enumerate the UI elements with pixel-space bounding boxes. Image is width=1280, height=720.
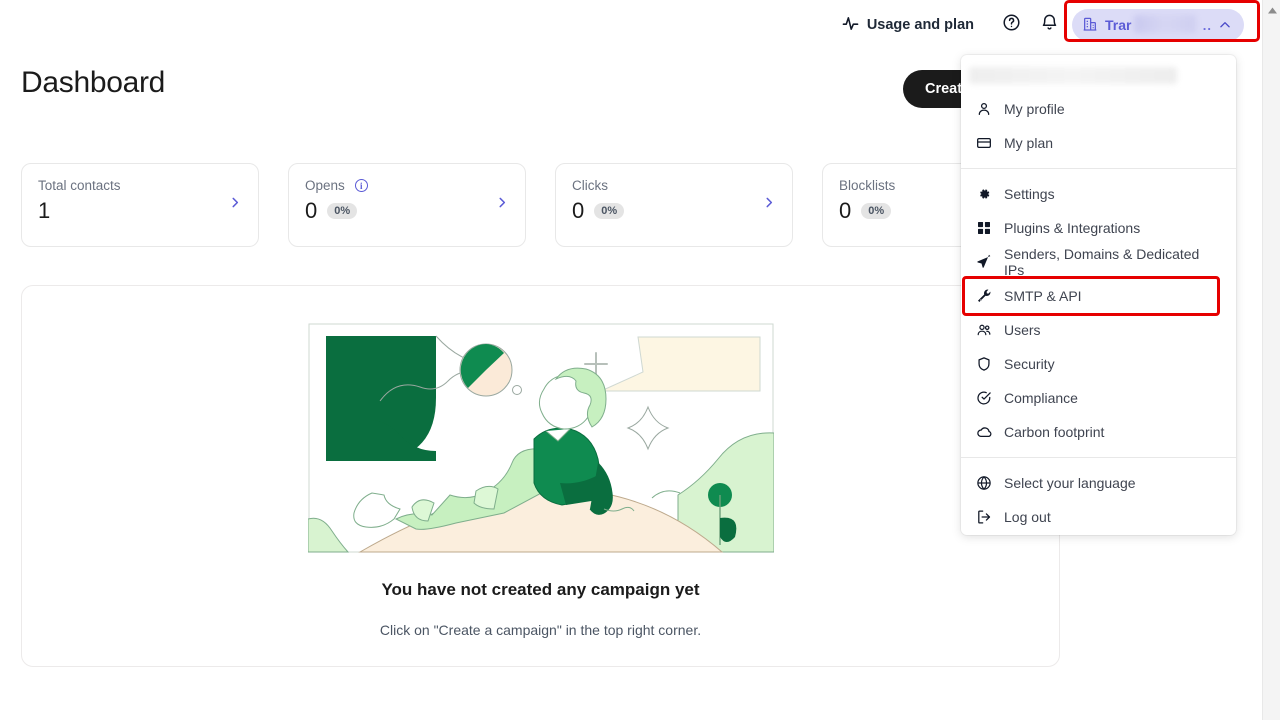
stat-label: Clicks	[572, 178, 608, 193]
empty-state-title: You have not created any campaign yet	[381, 580, 700, 599]
account-chip-wrapper: Trar ..	[1064, 0, 1260, 42]
stat-card-clicks[interactable]: Clicks 0 0%	[555, 163, 793, 247]
bell-icon	[1040, 13, 1059, 37]
chevron-up-icon	[1218, 18, 1232, 32]
company-building-icon	[1082, 16, 1098, 35]
menu-item-users[interactable]: Users	[961, 313, 1236, 347]
stat-header: Opens i	[305, 178, 509, 193]
menu-item-label: Compliance	[1004, 390, 1078, 406]
chevron-right-icon[interactable]	[228, 196, 242, 215]
menu-item-my-profile[interactable]: My profile	[961, 92, 1236, 126]
stat-values: 0 0%	[305, 200, 509, 222]
menu-item-log-out[interactable]: Log out	[961, 500, 1236, 534]
menu-item-label: Senders, Domains & Dedicated IPs	[1004, 246, 1200, 278]
paper-plane-icon	[975, 254, 992, 270]
usage-and-plan-button[interactable]: Usage and plan	[842, 15, 974, 36]
shield-icon	[975, 356, 992, 372]
usage-and-plan-label: Usage and plan	[866, 17, 974, 33]
stat-label: Blocklists	[839, 178, 896, 193]
stat-percent-badge: 0%	[861, 203, 892, 219]
app-root: Usage and plan Trar .. Dashboard Create …	[0, 0, 1280, 720]
account-menu-button[interactable]: Trar ..	[1072, 9, 1244, 41]
empty-state-card: You have not created any campaign yet Cl…	[21, 285, 1060, 667]
stat-card-opens[interactable]: Opens i 0 0%	[288, 163, 526, 247]
menu-item-carbon-footprint[interactable]: Carbon footprint	[961, 415, 1236, 449]
check-circle-icon	[975, 390, 992, 406]
account-name-redaction	[1134, 15, 1196, 33]
chevron-right-icon[interactable]	[495, 196, 509, 215]
person-icon	[975, 101, 992, 117]
gear-icon	[975, 186, 992, 202]
stat-percent-badge: 0%	[594, 203, 625, 219]
stat-value: 0	[839, 198, 852, 223]
stat-values: 0 0%	[572, 200, 776, 222]
menu-divider-1	[961, 168, 1236, 169]
scroll-up-arrow-icon[interactable]	[1263, 2, 1280, 18]
menu-item-label: Settings	[1004, 186, 1055, 202]
wrench-icon	[975, 288, 992, 304]
account-name-truncation: ..	[1202, 17, 1212, 33]
menu-item-label: SMTP & API	[1004, 288, 1082, 304]
smtp-api-highlight-box	[962, 276, 1220, 316]
menu-item-compliance[interactable]: Compliance	[961, 381, 1236, 415]
top-bar: Usage and plan Trar ..	[0, 0, 1262, 50]
stat-value: 1	[38, 198, 51, 223]
stat-label: Opens	[305, 178, 345, 193]
page-scrollbar[interactable]	[1262, 0, 1280, 720]
menu-item-label: Users	[1004, 322, 1041, 338]
menu-item-label: My profile	[1004, 101, 1065, 117]
stat-value: 0	[572, 198, 585, 223]
cloud-icon	[975, 424, 992, 440]
menu-item-label: Select your language	[1004, 475, 1136, 491]
stat-card-total-contacts[interactable]: Total contacts 1	[21, 163, 259, 247]
menu-item-settings[interactable]: Settings	[961, 177, 1236, 211]
grid-squares-icon	[975, 220, 992, 236]
stat-header: Total contacts	[38, 178, 242, 193]
menu-item-senders-domains-ips[interactable]: Senders, Domains & Dedicated IPs	[961, 245, 1236, 279]
account-dropdown-menu: My profile My plan Settings Plugins & In…	[961, 55, 1236, 535]
help-circle-icon	[1002, 13, 1021, 37]
account-name-label: Trar	[1105, 17, 1132, 33]
page-title: Dashboard	[21, 66, 166, 99]
menu-item-label: My plan	[1004, 135, 1054, 151]
menu-divider-2	[961, 457, 1236, 458]
menu-item-label: Carbon footprint	[1004, 424, 1105, 440]
menu-item-my-plan[interactable]: My plan	[961, 126, 1236, 160]
menu-item-security[interactable]: Security	[961, 347, 1236, 381]
menu-item-select-language[interactable]: Select your language	[961, 466, 1236, 500]
credit-card-icon	[975, 135, 992, 151]
activity-pulse-icon	[842, 15, 859, 36]
menu-item-smtp-api[interactable]: SMTP & API	[961, 276, 1236, 316]
info-icon[interactable]: i	[354, 179, 368, 192]
stat-label: Total contacts	[38, 178, 121, 193]
stat-values: 1	[38, 200, 242, 222]
stats-row: Total contacts 1 Opens i 0 0% Clicks 0 0…	[21, 163, 1060, 247]
chevron-right-icon[interactable]	[762, 196, 776, 215]
people-icon	[975, 322, 992, 338]
stat-header: Clicks	[572, 178, 776, 193]
globe-icon	[975, 475, 992, 491]
menu-item-plugins-integrations[interactable]: Plugins & Integrations	[961, 211, 1236, 245]
menu-item-label: Log out	[1004, 509, 1051, 525]
logout-icon	[975, 509, 992, 525]
account-name-redaction-menu	[969, 67, 1177, 84]
notifications-button[interactable]	[1034, 10, 1064, 40]
menu-item-label: Plugins & Integrations	[1004, 220, 1141, 236]
menu-item-label: Security	[1004, 356, 1055, 372]
person-sitting-on-hill-illustration	[307, 323, 774, 558]
help-button[interactable]	[996, 10, 1026, 40]
stat-value: 0	[305, 198, 318, 223]
stat-percent-badge: 0%	[327, 203, 358, 219]
empty-state-subtitle: Click on "Create a campaign" in the top …	[379, 622, 702, 638]
